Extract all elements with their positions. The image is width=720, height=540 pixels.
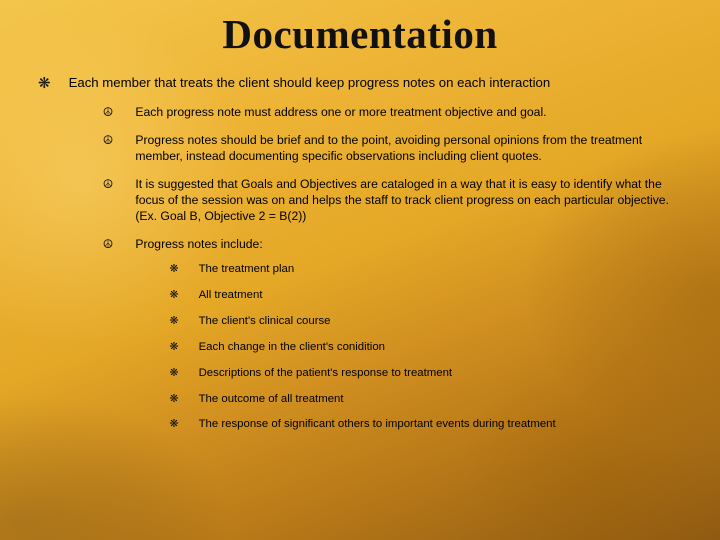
bullet-list-lvl2: ☮ Each progress note must address one or… (103, 104, 682, 443)
list-item-text: Each change in the client's conidition (199, 340, 385, 355)
bullet-icon: ❋ (169, 315, 178, 329)
list-item-text: Descriptions of the patient's response t… (199, 366, 453, 381)
bullet-icon: ☮ (103, 237, 114, 443)
bullet-icon: ❋ (169, 367, 178, 381)
bullet-list-lvl3: ❋ The treatment plan ❋ All treatment ❋ T… (169, 262, 555, 432)
bullet-icon: ☮ (103, 177, 114, 224)
list-item-text: Progress notes include: (135, 236, 555, 252)
list-item: ❋ The treatment plan (169, 262, 555, 277)
bullet-icon: ❋ (169, 418, 178, 432)
bullet-icon: ☮ (103, 133, 114, 164)
bullet-icon: ❋ (38, 75, 51, 455)
list-item: ☮ It is suggested that Goals and Objecti… (103, 176, 682, 224)
list-item-body: Each member that treats the client shoul… (69, 74, 682, 455)
list-item-text: The client's clinical course (199, 314, 331, 329)
list-item: ❋ The outcome of all treatment (169, 392, 555, 407)
list-item: ❋ Descriptions of the patient's response… (169, 366, 555, 381)
bullet-icon: ☮ (103, 105, 114, 120)
list-item: ❋ The client's clinical course (169, 314, 555, 329)
list-item-text: Progress notes should be brief and to th… (135, 132, 682, 164)
list-item-text: All treatment (199, 288, 263, 303)
bullet-icon: ❋ (169, 341, 178, 355)
list-item: ☮ Progress notes should be brief and to … (103, 132, 682, 164)
list-item: ☮ Each progress note must address one or… (103, 104, 682, 120)
list-item-text: Each member that treats the client shoul… (69, 74, 682, 92)
list-item-text: It is suggested that Goals and Objective… (135, 176, 682, 224)
list-item: ☮ Progress notes include: ❋ The treatmen… (103, 236, 682, 443)
list-item: ❋ Each member that treats the client sho… (38, 74, 682, 455)
bullet-icon: ❋ (169, 263, 178, 277)
bullet-list-lvl1: ❋ Each member that treats the client sho… (38, 74, 682, 455)
bullet-icon: ❋ (169, 393, 178, 407)
list-item-text: Each progress note must address one or m… (135, 104, 546, 120)
list-item-text: The outcome of all treatment (199, 392, 344, 407)
list-item-text: The treatment plan (199, 262, 295, 277)
list-item: ❋ The response of significant others to … (169, 417, 555, 432)
list-item-body: Progress notes include: ❋ The treatment … (135, 236, 555, 443)
list-item: ❋ All treatment (169, 288, 555, 303)
slide: Documentation ❋ Each member that treats … (0, 0, 720, 540)
list-item-text: The response of significant others to im… (199, 417, 556, 432)
bullet-icon: ❋ (169, 289, 178, 303)
list-item: ❋ Each change in the client's conidition (169, 340, 555, 355)
slide-title: Documentation (38, 10, 682, 58)
